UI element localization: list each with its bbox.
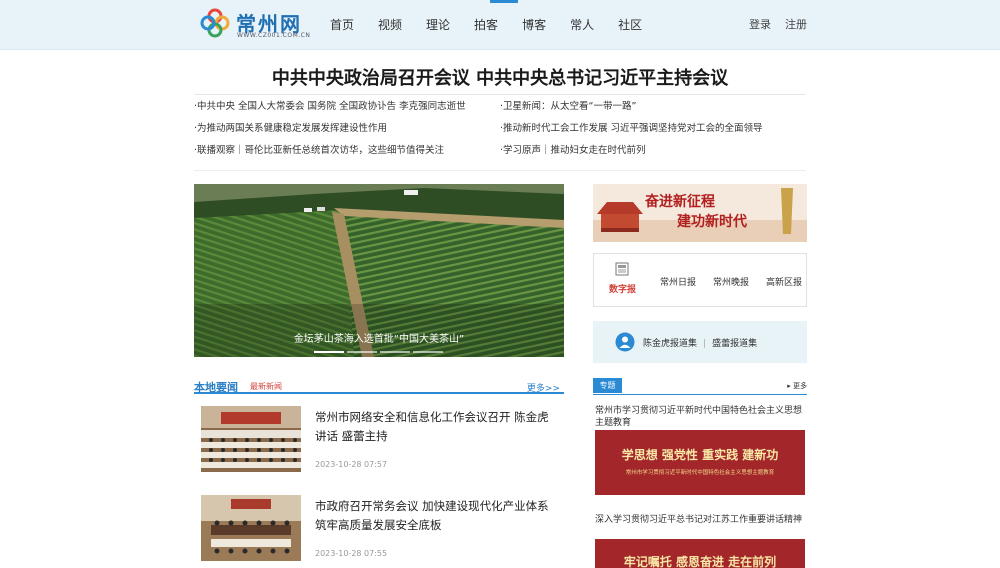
report-links: 陈金虎报道集 | 盛蕾报道集 xyxy=(643,336,757,349)
banner-slogan-2: 建功新时代 xyxy=(677,213,747,230)
site-url: WWW.CZ001.COM.CN xyxy=(237,32,311,39)
person-icon xyxy=(615,332,635,352)
newspaper-icon xyxy=(615,262,629,276)
report-link-shenglei[interactable]: 盛蕾报道集 xyxy=(712,339,757,349)
list-item[interactable]: ·联播观察｜哥伦比亚新任总统首次访华，这些细节值得关注 xyxy=(194,144,494,166)
headline-divider xyxy=(194,94,806,95)
register-link[interactable]: 注册 xyxy=(785,16,807,32)
banner-slogan-1: 奋进新征程 xyxy=(644,193,715,210)
nav-item-home[interactable]: 首页 xyxy=(330,16,354,33)
local-news-header: 本地要闻 最新新闻 更多>> xyxy=(194,372,564,394)
promo-banner[interactable]: 奋进新征程 建功新时代 xyxy=(593,184,807,242)
carousel-indicators xyxy=(314,351,446,353)
main-nav: 首页 视频 理论 拍客 博客 常人 社区 xyxy=(318,16,654,33)
nav-item-paike[interactable]: 拍客 xyxy=(474,16,498,33)
topic-banner[interactable]: 学思想 强党性 重实践 建新功 常州市学习贯彻习近平新时代中国特色社会主义思想主… xyxy=(595,430,805,495)
article-title[interactable]: 市政府召开常务会议 加快建设现代化产业体系 筑牢高质量发展安全底板 xyxy=(315,497,559,535)
news-article[interactable]: 市政府召开常务会议 加快建设现代化产业体系 筑牢高质量发展安全底板 2023-1… xyxy=(201,495,561,565)
topic-banner-slogan: 牢记嘱托 感恩奋进 走在前列 xyxy=(623,555,777,568)
article-title[interactable]: 常州市网络安全和信息化工作会议召开 陈金虎讲话 盛蕾主持 xyxy=(315,408,559,446)
local-news-title[interactable]: 本地要闻 xyxy=(194,379,238,395)
meeting-photo-image xyxy=(201,495,301,561)
list-item[interactable]: ·中共中央 全国人大常委会 国务院 全国政协讣告 李克强同志逝世 xyxy=(194,100,494,122)
meeting-photo-image xyxy=(201,406,301,472)
list-item[interactable]: ·为推动两国关系健康稳定发展发挥建设性作用 xyxy=(194,122,494,144)
reports-panel: 陈金虎报道集 | 盛蕾报道集 xyxy=(593,321,807,363)
topic-more-label: 更多 xyxy=(793,382,807,390)
epaper-link-gaoxin[interactable]: 高新区报 xyxy=(766,275,802,288)
topic-title[interactable]: 深入学习贯彻习近平总书记对江苏工作重要讲话精神 xyxy=(595,514,807,526)
login-link[interactable]: 登录 xyxy=(749,16,771,32)
latest-news-label[interactable]: 最新新闻 xyxy=(250,381,282,392)
list-item[interactable]: ·学习原声｜推动妇女走在时代前列 xyxy=(500,144,806,166)
article-time: 2023-10-28 07:57 xyxy=(315,460,388,469)
carousel-dot[interactable] xyxy=(380,351,410,353)
topic-tag[interactable]: 专题 xyxy=(593,378,622,393)
list-item[interactable]: ·卫星新闻：从太空看“一带一路” xyxy=(500,100,806,122)
section-divider xyxy=(194,170,806,171)
divider: | xyxy=(703,339,707,349)
active-nav-indicator xyxy=(490,0,518,3)
nav-item-community[interactable]: 社区 xyxy=(618,16,642,33)
report-link-chenjinhu[interactable]: 陈金虎报道集 xyxy=(643,339,697,349)
hero-caption[interactable]: 金坛茅山茶海入选首批“中国大美茶山” xyxy=(194,330,564,345)
news-list-right: ·卫星新闻：从太空看“一带一路” ·推动新时代工会工作发展 习近平强调坚持党对工… xyxy=(500,100,806,166)
news-list-left: ·中共中央 全国人大常委会 国务院 全国政协讣告 李克强同志逝世 ·为推动两国关… xyxy=(194,100,494,166)
nav-item-blog[interactable]: 博客 xyxy=(522,16,546,33)
epaper-links: 常州日报 常州晚报 高新区报 xyxy=(660,275,819,288)
hero-carousel[interactable]: 金坛茅山茶海入选首批“中国大美茶山” xyxy=(194,184,564,357)
topic-banner-slogan: 学思想 强党性 重实践 建新功 xyxy=(621,448,779,462)
carousel-dot[interactable] xyxy=(347,351,377,353)
article-time: 2023-10-28 07:55 xyxy=(315,549,388,558)
promo-banner-image: 奋进新征程 建功新时代 xyxy=(593,184,807,242)
epaper-link-changzhou-daily[interactable]: 常州日报 xyxy=(660,275,696,288)
topic-more-link[interactable]: ▸ 更多 xyxy=(787,381,807,391)
nav-item-video[interactable]: 视频 xyxy=(378,16,402,33)
topic-header: 专题 ▸ 更多 xyxy=(593,378,807,395)
topic-banner[interactable]: 牢记嘱托 感恩奋进 走在前列 xyxy=(595,539,805,568)
top-header: 常州网 WWW.CZ001.COM.CN 首页 视频 理论 拍客 博客 常人 社… xyxy=(0,0,1000,50)
epaper-link-changzhou-evening[interactable]: 常州晚报 xyxy=(713,275,749,288)
page-headline[interactable]: 中共中央政治局召开会议 中共中央总书记习近平主持会议 xyxy=(194,64,806,90)
epaper-label[interactable]: 数字报 xyxy=(609,282,636,295)
topic-banner-subtitle: 常州市学习贯彻习近平新时代中国特色社会主义思想主题教育 xyxy=(625,470,775,476)
epaper-panel: 数字报 常州日报 常州晚报 高新区报 xyxy=(593,253,807,307)
nav-item-theory[interactable]: 理论 xyxy=(426,16,450,33)
news-article[interactable]: 常州市网络安全和信息化工作会议召开 陈金虎讲话 盛蕾主持 2023-10-28 … xyxy=(201,406,561,476)
article-thumbnail[interactable] xyxy=(201,406,301,472)
auth-links: 登录 注册 xyxy=(749,16,821,32)
carousel-dot[interactable] xyxy=(413,351,443,353)
article-thumbnail[interactable] xyxy=(201,495,301,561)
logo-flower-icon xyxy=(200,8,230,38)
topic-title[interactable]: 常州市学习贯彻习近平新时代中国特色社会主义思想主题教育 xyxy=(595,405,807,429)
carousel-dot[interactable] xyxy=(314,351,344,353)
nav-item-people[interactable]: 常人 xyxy=(570,16,594,33)
list-item[interactable]: ·推动新时代工会工作发展 习近平强调坚持党对工会的全面领导 xyxy=(500,122,806,144)
more-link[interactable]: 更多>> xyxy=(527,381,560,394)
